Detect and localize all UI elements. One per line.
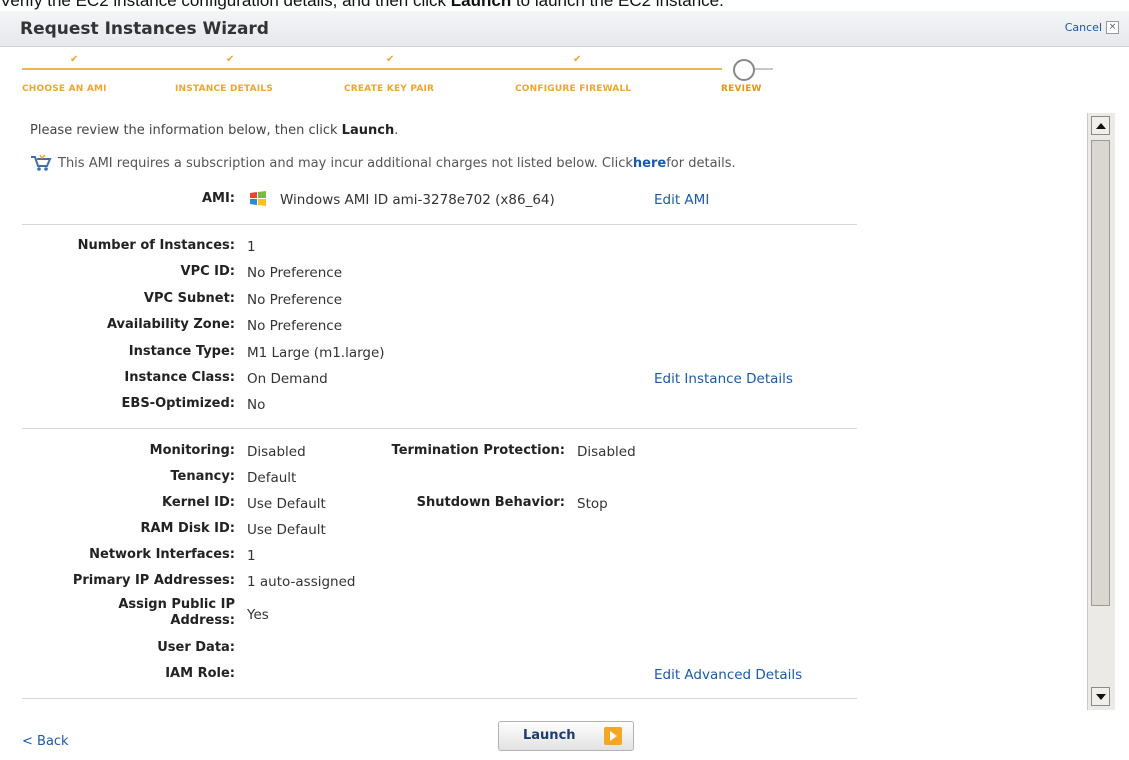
details-here-link[interactable]: here xyxy=(633,156,666,171)
scrollbar-thumb[interactable] xyxy=(1091,140,1110,606)
section-divider xyxy=(22,224,857,225)
field-value: 1 xyxy=(247,548,256,564)
field-value: Use Default xyxy=(247,496,326,512)
field-value: M1 Large (m1.large) xyxy=(247,345,385,361)
field-label: Kernel ID: xyxy=(162,495,235,510)
ami-value: Windows AMI ID ami-3278e702 (x86_64) xyxy=(280,192,555,208)
intro-text: Please review the information below, the… xyxy=(30,123,342,138)
step-complete-check-icon: ✔ xyxy=(573,54,582,65)
windows-logo-icon xyxy=(250,191,266,206)
field-label: VPC Subnet: xyxy=(143,291,235,306)
field-value: 1 auto-assigned xyxy=(247,574,356,590)
scroll-down-button[interactable] xyxy=(1091,687,1110,706)
field-label: Monitoring: xyxy=(149,443,235,458)
notice-text: This AMI requires a subscription and may… xyxy=(58,155,633,171)
field-value: No Preference xyxy=(247,318,343,334)
scroll-up-button[interactable] xyxy=(1091,116,1110,135)
shutdown-behavior-label: Shutdown Behavior: xyxy=(416,495,565,510)
field-label: Instance Class: xyxy=(124,370,235,385)
field-label: User Data: xyxy=(157,640,235,655)
field-value: Default xyxy=(247,470,297,486)
close-icon[interactable]: × xyxy=(1106,21,1119,34)
field-value: Yes xyxy=(247,607,269,623)
instruction-banner: Verify the EC2 instance configuration de… xyxy=(0,0,1129,11)
wizard-progress: ✔ ✔ ✔ ✔ CHOOSE AN AMI INSTANCE DETAILS C… xyxy=(0,46,1129,106)
wizard-title: Request Instances Wizard xyxy=(20,19,269,39)
intro-suffix: . xyxy=(394,123,399,138)
edit-advanced-details-link[interactable]: Edit Advanced Details xyxy=(654,667,802,683)
launch-button[interactable]: Launch xyxy=(498,721,634,751)
edit-ami-link[interactable]: Edit AMI xyxy=(654,192,709,208)
field-value: 1 xyxy=(247,239,256,255)
notice-suffix: for details. xyxy=(666,155,736,171)
field-value: No xyxy=(247,397,266,413)
field-value: Disabled xyxy=(247,444,306,460)
banner-suffix: to launch the EC2 instance. xyxy=(511,0,724,10)
step-complete-check-icon: ✔ xyxy=(386,54,395,65)
field-value: No Preference xyxy=(247,265,343,281)
field-label: Assign Public IP xyxy=(118,597,235,612)
field-label: IAM Role: xyxy=(165,666,235,681)
field-value: On Demand xyxy=(247,371,328,387)
back-link[interactable]: < Back xyxy=(22,734,69,749)
ami-label: AMI: xyxy=(201,191,235,206)
banner-launch-word: Launch xyxy=(450,0,512,10)
field-value: No Preference xyxy=(247,292,343,308)
vertical-scrollbar[interactable] xyxy=(1087,113,1115,710)
arrow-up-icon xyxy=(1096,123,1106,129)
launch-label: Launch xyxy=(523,728,576,743)
field-label: EBS-Optimized: xyxy=(121,396,235,411)
section-divider xyxy=(22,428,857,429)
field-value: Use Default xyxy=(247,522,326,538)
section-divider xyxy=(22,698,857,699)
field-label: Instance Type: xyxy=(128,344,235,359)
cancel-label: Cancel xyxy=(1064,21,1102,34)
banner-prefix: Verify the EC2 instance configuration de… xyxy=(0,0,451,10)
review-intro: Please review the information below, the… xyxy=(30,123,398,138)
field-label: Tenancy: xyxy=(170,469,235,484)
play-arrow-icon xyxy=(604,727,622,745)
progress-track-remaining xyxy=(755,68,773,70)
field-label: VPC ID: xyxy=(180,264,235,279)
field-label: Availability Zone: xyxy=(106,317,235,332)
field-label-continued: Address: xyxy=(170,613,235,628)
field-label: Network Interfaces: xyxy=(89,547,235,562)
step-complete-check-icon: ✔ xyxy=(70,54,79,65)
field-label: Primary IP Addresses: xyxy=(72,573,235,588)
step-choose-ami[interactable]: CHOOSE AN AMI xyxy=(22,84,107,94)
field-label: RAM Disk ID: xyxy=(140,521,235,536)
field-label: Number of Instances: xyxy=(77,238,235,253)
wizard-header: Request Instances Wizard Cancel × xyxy=(0,11,1129,47)
intro-launch-word: Launch xyxy=(341,123,395,138)
shutdown-behavior-value: Stop xyxy=(577,496,608,512)
step-configure-firewall[interactable]: CONFIGURE FIREWALL xyxy=(515,84,631,94)
step-complete-check-icon: ✔ xyxy=(226,54,235,65)
step-review: REVIEW xyxy=(721,84,762,94)
review-panel: Please review the information below, the… xyxy=(0,108,1085,708)
arrow-down-icon xyxy=(1096,694,1106,700)
subscription-notice: This AMI requires a subscription and may… xyxy=(30,154,736,172)
edit-instance-details-link[interactable]: Edit Instance Details xyxy=(654,371,793,387)
termination-protection-label: Termination Protection: xyxy=(391,443,565,458)
shopping-cart-icon xyxy=(31,154,52,171)
progress-track-completed xyxy=(22,68,722,70)
cancel-button[interactable]: Cancel × xyxy=(1065,21,1119,34)
current-step-circle-icon xyxy=(733,59,755,81)
termination-protection-value: Disabled xyxy=(577,444,636,460)
step-create-key-pair[interactable]: CREATE KEY PAIR xyxy=(344,84,434,94)
step-instance-details[interactable]: INSTANCE DETAILS xyxy=(175,84,273,94)
